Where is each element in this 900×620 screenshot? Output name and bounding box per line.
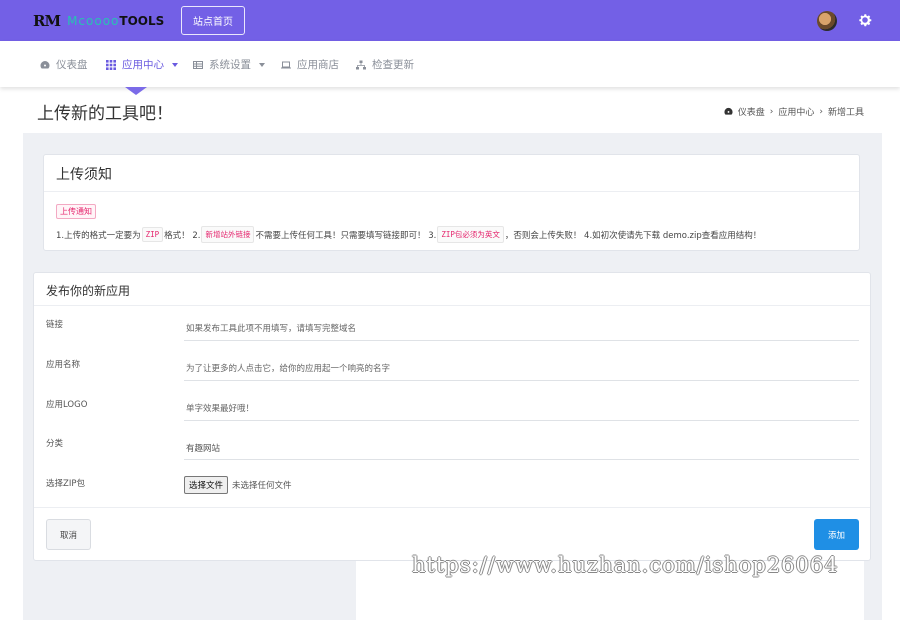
link-label: 链接 xyxy=(46,320,64,330)
app-name-input[interactable] xyxy=(184,357,859,381)
category-label: 分类 xyxy=(46,439,64,449)
breadcrumb-item[interactable]: 仪表盘 xyxy=(738,105,765,118)
notice-code: 新增站外链接 xyxy=(201,226,255,243)
logo-tools: TOOLS xyxy=(119,14,165,28)
table-icon xyxy=(193,60,203,69)
notice-code: ZIP包必须为英文 xyxy=(437,226,504,243)
cancel-button[interactable]: 取消 xyxy=(46,519,91,550)
add-button[interactable]: 添加 xyxy=(814,519,859,550)
notice-text-part: ，否则会上传失败！ 4.如初次使请先下载 demo.zip查看应用结构！ xyxy=(504,230,762,241)
nav-item-app-center[interactable]: 应用中心 xyxy=(106,57,178,72)
dashboard-icon xyxy=(724,107,733,115)
breadcrumb-separator: › xyxy=(769,106,774,117)
notice-text: 1.上传的格式一定要为 ZIP 格式！ 2. 新增站外链接 不需要上传任何工具！… xyxy=(56,226,761,243)
link-input[interactable] xyxy=(184,317,859,341)
chevron-down-icon xyxy=(172,62,178,67)
nav-label: 应用中心 xyxy=(122,59,164,71)
breadcrumb-separator: › xyxy=(819,106,823,117)
nav-label: 应用商店 xyxy=(297,59,339,71)
nav-label: 检查更新 xyxy=(372,59,414,71)
nav-item-app-store[interactable]: 应用商店 xyxy=(281,57,339,72)
file-status: 未选择任何文件 xyxy=(232,481,292,491)
grid-icon xyxy=(106,59,116,70)
sitemap-icon xyxy=(356,60,366,69)
publish-app-form: 发布你的新应用 链接 应用名称 应用LOGO 分类 选择ZIP包 选择文件 未选… xyxy=(33,272,871,561)
divider xyxy=(44,191,859,192)
user-avatar[interactable] xyxy=(817,11,837,31)
app-name-label: 应用名称 xyxy=(46,360,81,370)
notice-text-part: 格式！ 2. xyxy=(164,230,201,241)
notice-text-part: 1.上传的格式一定要为 xyxy=(56,230,141,241)
gear-icon[interactable] xyxy=(857,12,873,28)
divider xyxy=(34,305,870,306)
notice-code: ZIP xyxy=(141,227,164,242)
main-nav: 仪表盘 应用中心 系统设置 应用商店 检查更新 xyxy=(0,41,900,87)
chevron-down-icon xyxy=(259,62,265,67)
nav-item-dashboard[interactable]: 仪表盘 xyxy=(40,57,88,72)
top-header: RM Mcoooo TOOLS 站点首页 xyxy=(0,0,900,41)
card-title: 上传须知 xyxy=(56,167,112,183)
breadcrumb-item: 新增工具 xyxy=(827,108,864,118)
card-title: 发布你的新应用 xyxy=(46,284,131,298)
logo-mark: RM xyxy=(33,12,61,30)
dashboard-icon xyxy=(40,60,50,68)
nav-label: 系统设置 xyxy=(209,59,251,71)
logo-word: Mcoooo xyxy=(67,14,120,28)
zip-label: 选择ZIP包 xyxy=(46,479,85,489)
notice-text-part: 不需要上传任何工具！只需要填写链接即可！ 3. xyxy=(255,230,437,241)
breadcrumb-item[interactable]: 应用中心 xyxy=(778,105,814,118)
app-logo-input[interactable] xyxy=(184,397,859,421)
notice-tag: 上传通知 xyxy=(56,204,96,219)
active-nav-pointer xyxy=(125,87,147,95)
nav-item-check-update[interactable]: 检查更新 xyxy=(356,57,414,72)
category-input[interactable] xyxy=(184,436,859,460)
choose-file-button[interactable]: 选择文件 xyxy=(184,476,229,494)
laptop-icon xyxy=(281,61,291,68)
app-logo-label: 应用LOGO xyxy=(46,400,88,410)
zip-file-picker: 选择文件 未选择任何文件 xyxy=(184,476,292,494)
page-title: 上传新的工具吧！ xyxy=(37,104,173,124)
breadcrumb: 仪表盘 › 应用中心 › 新增工具 xyxy=(724,105,864,118)
divider xyxy=(34,507,870,508)
site-home-button[interactable]: 站点首页 xyxy=(181,6,245,35)
watermark-text: https://www.huzhan.com/ishop26064 xyxy=(412,553,839,577)
upload-notice-card: 上传须知 上传通知 1.上传的格式一定要为 ZIP 格式！ 2. 新增站外链接 … xyxy=(43,154,860,251)
brand-logo[interactable]: RM Mcoooo TOOLS xyxy=(33,11,164,31)
nav-label: 仪表盘 xyxy=(56,59,88,71)
nav-item-system-settings[interactable]: 系统设置 xyxy=(193,57,265,72)
